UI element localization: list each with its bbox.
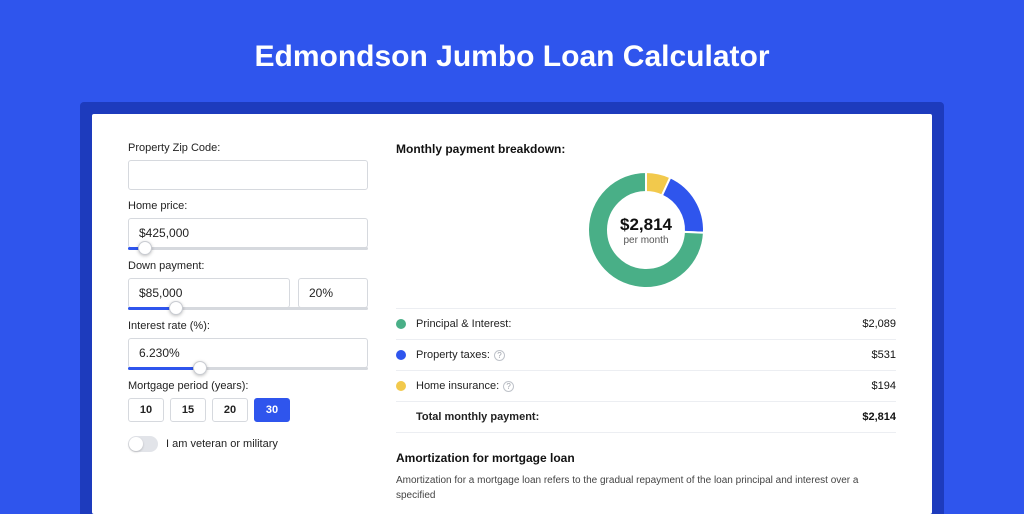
info-icon[interactable]: ?	[503, 381, 514, 392]
donut-chart-wrap: $2,814 per month	[396, 168, 896, 292]
legend-value: $2,089	[862, 318, 896, 330]
down-payment-slider[interactable]	[128, 307, 368, 310]
legend-dot	[396, 319, 406, 329]
legend-row: Principal & Interest:$2,089	[396, 309, 896, 340]
info-icon[interactable]: ?	[494, 350, 505, 361]
interest-label: Interest rate (%):	[128, 320, 368, 332]
interest-input[interactable]	[128, 338, 368, 368]
legend-label: Property taxes:?	[416, 349, 872, 361]
legend-total-row: Total monthly payment:$2,814	[396, 402, 896, 433]
breakdown-heading: Monthly payment breakdown:	[396, 142, 896, 156]
period-button-15[interactable]: 15	[170, 398, 206, 422]
period-field: Mortgage period (years): 10152030	[128, 380, 368, 422]
amortization-block: Amortization for mortgage loan Amortizat…	[396, 451, 896, 503]
panel-shadow: Property Zip Code: Home price: Down paym…	[80, 102, 944, 514]
donut-chart: $2,814 per month	[584, 168, 708, 292]
legend-value: $194	[872, 380, 896, 392]
legend: Principal & Interest:$2,089Property taxe…	[396, 308, 896, 433]
down-payment-input[interactable]	[128, 278, 290, 308]
legend-value: $531	[872, 349, 896, 361]
down-payment-field: Down payment:	[128, 260, 368, 310]
legend-dot	[396, 381, 406, 391]
legend-row: Property taxes:?$531	[396, 340, 896, 371]
page-title: Edmondson Jumbo Loan Calculator	[80, 40, 944, 74]
period-button-20[interactable]: 20	[212, 398, 248, 422]
zip-input[interactable]	[128, 160, 368, 190]
interest-slider[interactable]	[128, 367, 368, 370]
amortization-heading: Amortization for mortgage loan	[396, 451, 896, 465]
period-button-10[interactable]: 10	[128, 398, 164, 422]
legend-label: Principal & Interest:	[416, 318, 862, 330]
interest-field: Interest rate (%):	[128, 320, 368, 370]
period-label: Mortgage period (years):	[128, 380, 368, 392]
amortization-text: Amortization for a mortgage loan refers …	[396, 473, 896, 503]
donut-subtext: per month	[623, 235, 668, 246]
legend-row: Home insurance:?$194	[396, 371, 896, 402]
legend-label: Home insurance:?	[416, 380, 872, 392]
home-price-input[interactable]	[128, 218, 368, 248]
form-column: Property Zip Code: Home price: Down paym…	[128, 142, 368, 514]
zip-label: Property Zip Code:	[128, 142, 368, 154]
veteran-row: I am veteran or military	[128, 436, 368, 452]
down-payment-label: Down payment:	[128, 260, 368, 272]
calculator-panel: Property Zip Code: Home price: Down paym…	[92, 114, 932, 514]
legend-total-value: $2,814	[862, 411, 896, 423]
legend-total-label: Total monthly payment:	[416, 411, 862, 423]
veteran-label: I am veteran or military	[166, 438, 278, 450]
breakdown-column: Monthly payment breakdown: $2,814 per mo…	[396, 142, 896, 514]
zip-field: Property Zip Code:	[128, 142, 368, 190]
down-payment-pct-input[interactable]	[298, 278, 368, 308]
donut-amount: $2,814	[620, 215, 672, 235]
veteran-toggle[interactable]	[128, 436, 158, 452]
period-button-30[interactable]: 30	[254, 398, 290, 422]
home-price-slider[interactable]	[128, 247, 368, 250]
home-price-label: Home price:	[128, 200, 368, 212]
home-price-field: Home price:	[128, 200, 368, 250]
period-button-group: 10152030	[128, 398, 368, 422]
legend-dot	[396, 350, 406, 360]
